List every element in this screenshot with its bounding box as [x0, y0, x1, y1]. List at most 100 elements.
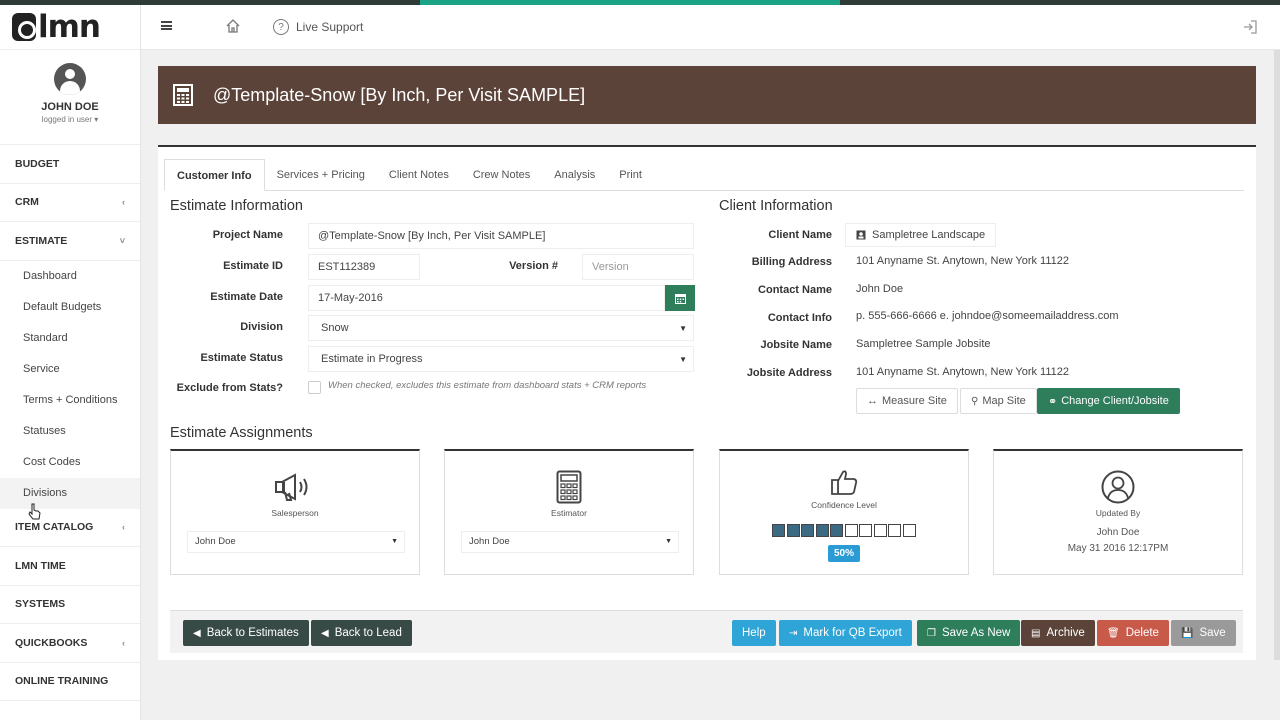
sidebar-section-quickbooks[interactable]: QUICKBOOKS ‹ — [0, 624, 140, 663]
lmn-logo: lmn — [12, 9, 101, 45]
jobsite-address-label: Jobsite Address — [746, 367, 832, 379]
user-panel: JOHN DOE logged in user ▾ — [0, 50, 140, 145]
menu-toggle-icon[interactable] — [161, 21, 172, 30]
sidebar-section-item-catalog[interactable]: ITEM CATALOG ‹ — [0, 509, 140, 547]
project-name-input[interactable]: @Template-Snow [By Inch, Per Visit SAMPL… — [308, 223, 694, 249]
confidence-segment[interactable] — [859, 524, 873, 537]
user-menu-toggle[interactable]: logged in user ▾ — [0, 115, 140, 124]
arrow-circle-left-icon: ◀ — [193, 627, 201, 639]
estimator-caption: Estimator — [551, 508, 587, 518]
jobsite-name: Sampletree Sample Jobsite — [856, 338, 991, 350]
megaphone-icon — [273, 469, 317, 505]
salesperson-select[interactable]: John Doe ▼ — [187, 531, 405, 553]
sidebar-item-statuses[interactable]: Statuses — [0, 416, 140, 447]
client-name-label: Client Name — [768, 229, 832, 241]
mark-qb-export-button[interactable]: ⇥ Mark for QB Export — [779, 620, 912, 646]
sidebar-section-lmn-time[interactable]: LMN TIME — [0, 547, 140, 586]
estimate-status-label: Estimate Status — [200, 352, 283, 364]
back-to-lead-button[interactable]: ◀ Back to Lead — [311, 620, 412, 646]
confidence-segment[interactable] — [902, 524, 916, 537]
tab-client-notes[interactable]: Client Notes — [377, 159, 461, 191]
app-logo[interactable]: lmn — [0, 5, 140, 50]
estimate-status-select[interactable]: Estimate in Progress ▼ — [308, 346, 694, 372]
question-circle-icon: ? — [273, 19, 289, 35]
sidebar-item-dashboard[interactable]: Dashboard — [0, 261, 140, 292]
save-as-new-button[interactable]: ❐ Save As New — [917, 620, 1021, 646]
delete-button[interactable]: 🗑 Delete — [1097, 620, 1169, 646]
sidebar-section-estimate[interactable]: ESTIMATE ˅ — [0, 222, 140, 261]
sidebar-section-crm[interactable]: CRM ‹ — [0, 184, 140, 222]
tab-analysis[interactable]: Analysis — [542, 159, 607, 191]
archive-button[interactable]: ▤ Archive — [1021, 620, 1095, 646]
sidebar-section-online-training[interactable]: ONLINE TRAINING — [0, 663, 140, 701]
project-name-label: Project Name — [212, 229, 283, 241]
tab-customer-info[interactable]: Customer Info — [164, 159, 265, 191]
contact-name: John Doe — [856, 283, 904, 295]
select-caret-icon: ▼ — [391, 538, 398, 545]
select-caret-icon: ▼ — [679, 323, 687, 333]
sidebar-item-service[interactable]: Service — [0, 354, 140, 385]
exclude-stats-label: Exclude from Stats? — [176, 382, 283, 394]
select-caret-icon: ▼ — [679, 354, 687, 364]
jobsite-name-label: Jobsite Name — [760, 339, 832, 351]
logo-icon — [12, 13, 36, 41]
estimate-id-input[interactable]: EST112389 — [308, 254, 420, 280]
help-button[interactable]: Help — [732, 620, 776, 646]
home-icon[interactable] — [225, 18, 241, 34]
sidebar-item-standard[interactable]: Standard — [0, 323, 140, 354]
sidebar-item-divisions[interactable]: Divisions — [0, 477, 140, 509]
calendar-icon — [674, 293, 686, 304]
confidence-caption: Confidence Level — [811, 500, 877, 510]
save-button[interactable]: 💾 Save — [1171, 620, 1236, 646]
top-header: ? Live Support — [141, 5, 1280, 50]
exclude-stats-checkbox[interactable] — [308, 381, 321, 394]
tab-crew-notes[interactable]: Crew Notes — [461, 159, 542, 191]
chevron-icon: ˅ — [119, 235, 125, 246]
sidebar-section-budget[interactable]: BUDGET — [0, 145, 140, 184]
confidence-segment[interactable] — [844, 524, 858, 537]
estimate-assignments-heading: Estimate Assignments — [170, 425, 313, 441]
salesperson-card: Salesperson John Doe ▼ — [170, 449, 420, 575]
back-to-estimates-button[interactable]: ◀ Back to Estimates — [183, 620, 309, 646]
logout-icon[interactable] — [1242, 19, 1258, 35]
user-circle-icon — [1096, 469, 1140, 505]
chevron-icon: ‹ — [122, 197, 125, 208]
estimate-date-input[interactable]: 17-May-2016 — [308, 285, 665, 311]
sidebar-item-default-budgets[interactable]: Default Budgets — [0, 292, 140, 323]
tab-services-pricing[interactable]: Services + Pricing — [265, 159, 377, 191]
updated-by-caption: Updated By — [1095, 508, 1141, 518]
sidebar-section-systems[interactable]: SYSTEMS — [0, 586, 140, 624]
page-scrollbar[interactable] — [1274, 50, 1280, 660]
live-support-link[interactable]: ? Live Support — [273, 19, 363, 35]
exclude-stats-help: When checked, excludes this estimate fro… — [328, 380, 647, 391]
trash-icon: 🗑 — [1107, 627, 1120, 639]
version-input[interactable]: Version — [582, 254, 694, 280]
confidence-card: Confidence Level 50% — [719, 449, 969, 575]
salesperson-caption: Salesperson — [271, 508, 319, 518]
date-picker-button[interactable] — [665, 285, 695, 311]
jobsite-address: 101 Anyname St. Anytown, New York 11122 — [856, 366, 1070, 378]
division-select[interactable]: Snow ▼ — [308, 315, 694, 341]
confidence-segment[interactable] — [801, 524, 815, 537]
thumbs-up-icon — [822, 467, 866, 497]
confidence-level-meter[interactable] — [720, 524, 968, 537]
client-name-button[interactable]: Sampletree Landscape — [845, 223, 997, 247]
confidence-segment[interactable] — [786, 524, 800, 537]
sidebar: lmn JOHN DOE logged in user ▾ BUDGET CRM ‹… — [0, 5, 141, 720]
sidebar-item-terms-conditions[interactable]: Terms + Conditions — [0, 385, 140, 416]
estimator-select[interactable]: John Doe ▼ — [461, 531, 679, 553]
confidence-segment[interactable] — [888, 524, 902, 537]
mouse-pointer-icon — [28, 503, 41, 520]
chevron-icon: ‹ — [122, 522, 125, 533]
confidence-segment[interactable] — [873, 524, 887, 537]
confidence-segment[interactable] — [815, 524, 829, 537]
confidence-segment[interactable] — [830, 524, 844, 537]
arrow-circle-left-icon: ◀ — [321, 627, 329, 639]
confidence-segment[interactable] — [772, 524, 786, 537]
measure-site-button[interactable]: ↔ Measure Site — [856, 388, 958, 414]
sidebar-item-cost-codes[interactable]: Cost Codes — [0, 447, 140, 478]
estimate-panel: Customer Info Services + Pricing Client … — [158, 145, 1256, 660]
tab-print[interactable]: Print — [607, 159, 654, 191]
change-client-jobsite-button[interactable]: ⚭ Change Client/Jobsite — [1037, 388, 1180, 414]
map-site-button[interactable]: ⚲ Map Site — [960, 388, 1037, 414]
